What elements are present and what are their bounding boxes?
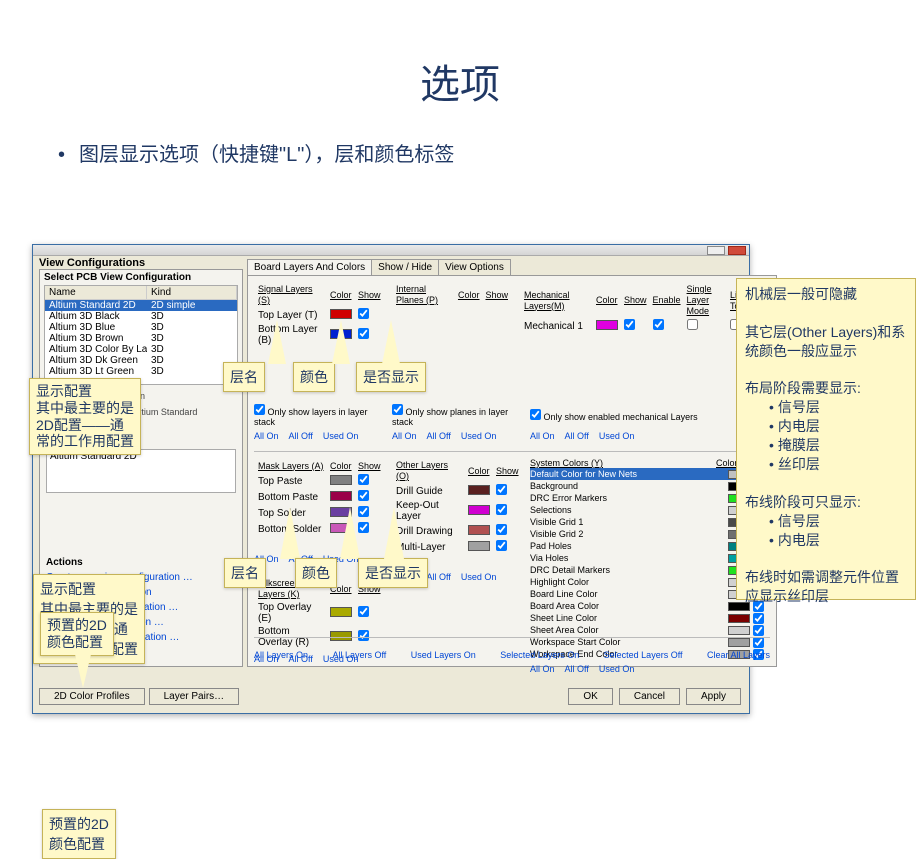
link-all-layers-off[interactable]: All Layers Off	[332, 650, 386, 660]
callout-layer-name-2: 层名	[223, 362, 265, 392]
config-list[interactable]: Name Kind Altium Standard 2D2D simpleAlt…	[44, 285, 238, 385]
hdr-system[interactable]: System Colors (Y)	[530, 458, 716, 468]
col-name[interactable]: Name	[45, 286, 147, 299]
layer-row[interactable]: Top Paste	[256, 474, 383, 488]
actions-label: Actions	[46, 557, 236, 568]
config-row[interactable]: Altium 3D Brown3D	[45, 333, 237, 344]
chk-only-mech[interactable]	[530, 409, 541, 420]
callout-show: 是否显示	[358, 558, 428, 588]
titlebar	[33, 245, 749, 256]
layer-row[interactable]: Keep-Out Layer	[394, 500, 521, 522]
callout-config-2: 显示配置 其中最主要的是 2D配置——通 常的工作用配置	[29, 378, 141, 455]
callout-color: 颜色	[295, 558, 337, 588]
system-color-row[interactable]: Visible Grid 2	[530, 528, 770, 540]
right-panel: Board Layers And Colors Show / Hide View…	[247, 259, 777, 667]
slide-bullet: •图层显示选项（快捷键"L"），层和颜色标签	[58, 138, 920, 167]
apply-button[interactable]: Apply	[686, 688, 741, 705]
link-allon[interactable]: All On	[254, 431, 279, 441]
link-selected-layers-on[interactable]: Selected Layers On	[500, 650, 579, 660]
link-selected-layers-off[interactable]: Selected Layers Off	[604, 650, 683, 660]
col-kind[interactable]: Kind	[147, 286, 237, 299]
description-box[interactable]: Altium Standard 2D	[46, 449, 236, 493]
system-color-row[interactable]: Highlight Color	[530, 576, 770, 588]
layer-row[interactable]: Mechanical 1	[522, 319, 768, 333]
config-row[interactable]: Altium Standard 2D2D simple	[45, 300, 237, 311]
hdr-show: Show	[358, 290, 381, 300]
system-color-row[interactable]: Board Line Color	[530, 588, 770, 600]
chk-only-planes[interactable]	[392, 404, 403, 415]
cancel-button[interactable]: Cancel	[619, 688, 680, 705]
callout-show-2: 是否显示	[356, 362, 426, 392]
system-color-row[interactable]: Background	[530, 480, 770, 492]
system-color-row[interactable]: Visible Grid 1	[530, 516, 770, 528]
config-row[interactable]: Altium 3D Color By Layer3D	[45, 344, 237, 355]
slide-title: 选项	[0, 52, 920, 110]
system-color-row[interactable]: Board Area Color	[530, 600, 770, 612]
system-color-row[interactable]: Sheet Area Color	[530, 624, 770, 636]
tab-view-options[interactable]: View Options	[438, 259, 511, 275]
layer-row[interactable]: Top Overlay (E)	[256, 602, 383, 624]
link-used-layers-on[interactable]: Used Layers On	[411, 650, 476, 660]
link-alloff[interactable]: All Off	[289, 431, 313, 441]
hdr-other[interactable]: Other Layers (O)	[396, 460, 448, 481]
link-usedon[interactable]: Used On	[323, 431, 359, 441]
dialog-buttons: OK Cancel Apply	[568, 688, 741, 705]
maximize-button[interactable]	[707, 246, 725, 255]
config-row[interactable]: Altium 3D Lt Green3D	[45, 366, 237, 377]
layer-row[interactable]: Bottom Paste	[256, 490, 383, 504]
notes-panel: 机械层一般可隐藏 其它层(Other Layers)和系统颜色一般应显示 布局阶…	[736, 278, 916, 600]
link-clear-all-layers[interactable]: Clear All Layers	[707, 650, 770, 660]
system-color-row[interactable]: Default Color for New Nets	[530, 468, 770, 480]
tab-strip: Board Layers And Colors Show / Hide View…	[247, 259, 777, 275]
system-color-row[interactable]: Pad Holes	[530, 540, 770, 552]
btn-layer-pairs[interactable]: Layer Pairs…	[149, 688, 240, 705]
link-all-layers-on[interactable]: All Layers On	[254, 650, 308, 660]
chk-only-stack[interactable]	[254, 404, 265, 415]
btn-2d-color-profiles[interactable]: 2D Color Profiles	[39, 688, 145, 705]
layer-row[interactable]: Top Solder	[256, 506, 383, 520]
close-button[interactable]	[728, 246, 746, 255]
tab-body: Signal Layers (S) Color Show Top Layer (…	[247, 275, 777, 667]
system-color-row[interactable]: Via Holes	[530, 552, 770, 564]
select-config-label: Select PCB View Configuration	[40, 270, 242, 285]
hdr-signal[interactable]: Signal Layers (S)	[258, 284, 313, 305]
hdr-mask[interactable]: Mask Layers (A)	[258, 461, 324, 471]
ok-button[interactable]: OK	[568, 688, 612, 705]
hdr-mech[interactable]: Mechanical Layers(M)	[524, 290, 570, 311]
layer-row[interactable]: Bottom Solder	[256, 522, 383, 536]
system-color-row[interactable]: Sheet Line Color	[530, 612, 770, 624]
tab-board-layers[interactable]: Board Layers And Colors	[247, 259, 372, 275]
callout-layer-name: 层名	[224, 558, 266, 588]
system-color-row[interactable]: Selections	[530, 504, 770, 516]
layer-row[interactable]: Multi-Layer	[394, 540, 521, 554]
layer-row[interactable]: Drill Drawing	[394, 524, 521, 538]
system-color-row[interactable]: DRC Error Markers	[530, 492, 770, 504]
config-row[interactable]: Altium 3D Dk Green3D	[45, 355, 237, 366]
tab-show-hide[interactable]: Show / Hide	[371, 259, 439, 275]
callout-color-2: 颜色	[293, 362, 335, 392]
system-color-row[interactable]: DRC Detail Markers	[530, 564, 770, 576]
layer-row[interactable]: Drill Guide	[394, 484, 521, 498]
callout-preset-2d: 预置的2D 颜色配置	[42, 809, 116, 859]
config-row[interactable]: Altium 3D Black3D	[45, 311, 237, 322]
left-bottom-buttons: 2D Color Profiles Layer Pairs…	[39, 688, 239, 705]
hdr-internal[interactable]: Internal Planes (P)	[396, 284, 438, 305]
dialog-title: View Configurations	[39, 257, 145, 269]
hdr-color: Color	[330, 290, 352, 300]
config-row[interactable]: Altium 3D Blue3D	[45, 322, 237, 333]
